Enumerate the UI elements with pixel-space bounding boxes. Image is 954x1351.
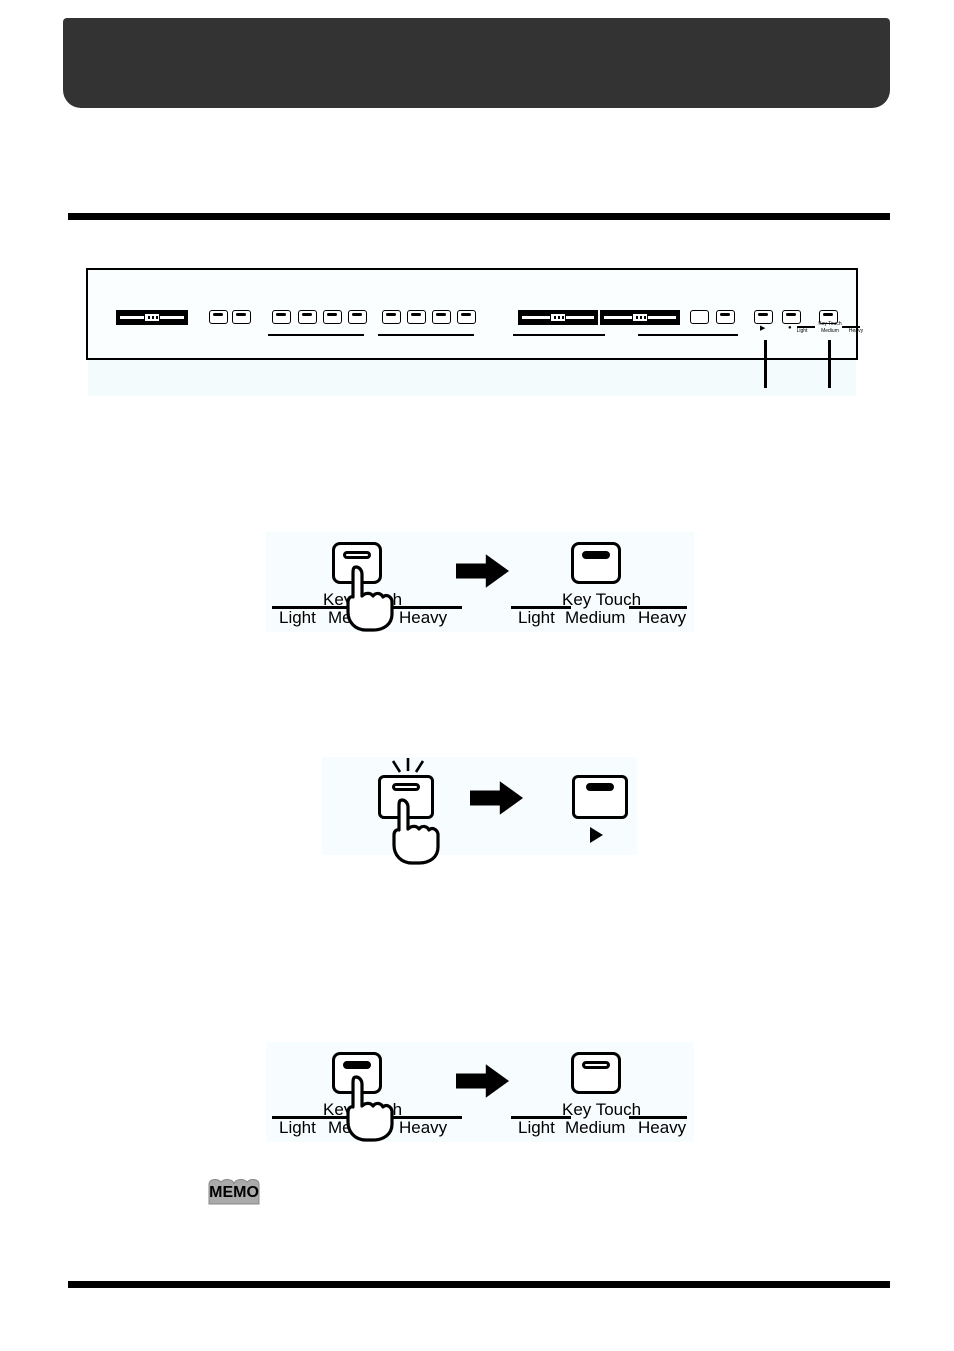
led-indicator <box>343 1061 371 1069</box>
led-indicator <box>582 551 610 559</box>
led-indicator <box>386 313 396 316</box>
figure-button-press-lit <box>322 757 637 865</box>
led-indicator <box>327 313 337 316</box>
key-touch-medium-label: Medium <box>821 328 839 334</box>
rec-button[interactable] <box>782 310 801 324</box>
led-indicator <box>823 313 833 316</box>
led-indicator <box>343 551 371 559</box>
tone-group-b-underline <box>378 334 474 336</box>
light-rays-icon <box>391 758 425 773</box>
balance-slider-1[interactable] <box>518 310 598 325</box>
label-heavy-before: Heavy <box>399 608 448 627</box>
tone-button-6[interactable] <box>407 310 426 324</box>
tone-button-7[interactable] <box>432 310 451 324</box>
volume-slider[interactable] <box>116 310 188 325</box>
led-indicator <box>758 313 768 316</box>
key-touch-caption-after: Key Touch <box>562 590 642 609</box>
slider-knob[interactable] <box>550 313 566 322</box>
section-rule-bottom <box>68 1281 890 1288</box>
callout-leader-play <box>764 340 767 388</box>
label-heavy-before: Heavy <box>399 1118 448 1137</box>
memo-open-book-icon: MEMO <box>208 1179 260 1205</box>
right-arrow-icon <box>470 781 524 815</box>
key-touch-button-after[interactable] <box>571 542 621 584</box>
led-indicator <box>436 313 446 316</box>
tone-button-4[interactable] <box>348 310 367 324</box>
balance-slider-2[interactable] <box>600 310 680 325</box>
page-header-bar <box>63 18 890 108</box>
led-indicator <box>302 313 312 316</box>
label-light-before: Light <box>279 608 316 627</box>
balance-slider-1-underline <box>513 334 605 336</box>
label-light-after: Light <box>518 608 555 627</box>
key-touch-panel-label: Key Touch <box>818 321 842 327</box>
tone-group-a-underline <box>268 334 364 336</box>
figure-key-touch-press-1: Key Touch Light Medium Heavy Key Touch L… <box>266 532 694 632</box>
led-indicator <box>786 313 796 316</box>
slider-knob[interactable] <box>144 313 160 322</box>
panel-button-1[interactable] <box>209 310 228 324</box>
front-panel-diagram <box>86 268 858 396</box>
panel-underlay <box>88 360 856 396</box>
memo-label: MEMO <box>209 1184 259 1201</box>
led-indicator <box>392 783 420 791</box>
slider-knob[interactable] <box>632 313 648 322</box>
key-touch-light-label: Light <box>796 328 808 334</box>
led-indicator <box>720 313 730 316</box>
led-indicator <box>582 1061 610 1069</box>
label-light-before: Light <box>279 1118 316 1137</box>
panel-button-2[interactable] <box>232 310 251 324</box>
play-triangle-icon <box>590 827 603 843</box>
tone-button-8[interactable] <box>457 310 476 324</box>
play-button[interactable] <box>754 310 773 324</box>
pointing-hand-icon <box>346 565 394 632</box>
key-touch-caption-after: Key Touch <box>562 1100 642 1119</box>
led-indicator <box>213 313 223 316</box>
pointing-hand-icon <box>346 1075 394 1142</box>
tone-button-2[interactable] <box>298 310 317 324</box>
panel-button-after[interactable] <box>572 775 628 819</box>
label-heavy-after: Heavy <box>638 608 687 627</box>
tone-button-1[interactable] <box>272 310 291 324</box>
led-indicator <box>586 783 614 791</box>
led-indicator <box>352 313 362 316</box>
callout-leader-key-touch <box>828 340 831 388</box>
tone-button-3[interactable] <box>323 310 342 324</box>
pointing-hand-icon <box>392 798 440 865</box>
section-rule-top <box>68 213 890 220</box>
right-arrow-icon <box>456 554 510 588</box>
label-heavy-after: Heavy <box>638 1118 687 1137</box>
panel-button-plain[interactable] <box>690 310 709 324</box>
label-medium-after: Medium <box>565 608 626 627</box>
led-indicator <box>276 313 286 316</box>
led-indicator <box>411 313 421 316</box>
play-triangle-icon: ▶ <box>760 325 766 332</box>
right-arrow-icon <box>456 1064 510 1098</box>
led-indicator <box>461 313 471 316</box>
label-medium-after: Medium <box>565 1118 626 1137</box>
panel-button-3[interactable] <box>716 310 735 324</box>
led-indicator <box>236 313 246 316</box>
tone-button-5[interactable] <box>382 310 401 324</box>
balance-slider-2-underline <box>638 334 738 336</box>
figure-key-touch-press-2: Key Touch Light Medium Heavy Key Touch L… <box>266 1042 694 1142</box>
key-touch-heavy-label: Heavy <box>848 328 864 334</box>
key-touch-button-after[interactable] <box>571 1052 621 1094</box>
label-light-after: Light <box>518 1118 555 1137</box>
